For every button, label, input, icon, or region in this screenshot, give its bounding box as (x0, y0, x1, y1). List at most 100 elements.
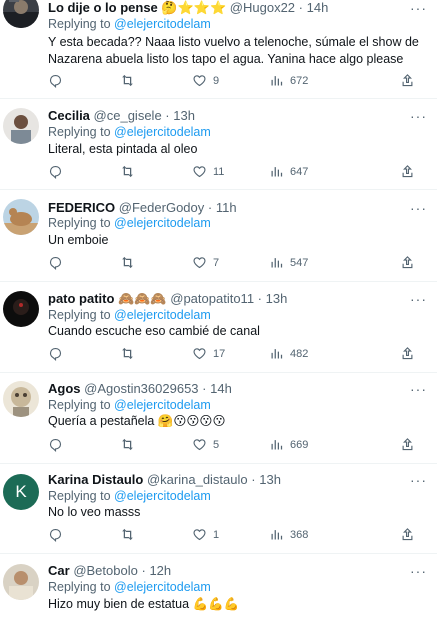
user-handle[interactable]: @FederGodoy (119, 200, 204, 215)
reply-button[interactable] (48, 346, 69, 361)
retweet-button[interactable] (120, 346, 141, 361)
avatar[interactable] (3, 108, 39, 144)
views-button[interactable]: 669 (269, 437, 308, 452)
like-button[interactable]: 5 (192, 437, 219, 452)
share-button[interactable] (400, 255, 415, 270)
avatar[interactable]: K (3, 474, 39, 510)
share-button[interactable] (400, 164, 415, 179)
display-name[interactable]: pato patito (48, 291, 114, 306)
share-button[interactable] (400, 527, 415, 542)
mention-link[interactable]: @elejercitodelam (114, 398, 211, 412)
views-button[interactable]: 547 (269, 255, 308, 270)
avatar-image (3, 199, 39, 235)
user-handle[interactable]: @Hugox22 (230, 0, 295, 15)
mention-link[interactable]: @elejercitodelam (114, 17, 211, 31)
retweet-icon (122, 74, 133, 87)
views-button[interactable]: 647 (269, 164, 308, 179)
like-button[interactable]: 17 (192, 346, 225, 361)
heart-icon (193, 257, 206, 269)
more-icon[interactable]: ··· (410, 200, 427, 216)
name-emoji: 🙈🙈🙈 (118, 291, 167, 306)
timestamp[interactable]: 14h (307, 0, 329, 15)
retweet-button[interactable] (120, 527, 141, 542)
user-handle[interactable]: @Betobolo (73, 563, 138, 578)
more-icon[interactable]: ··· (410, 381, 427, 397)
retweet-button[interactable] (120, 73, 141, 88)
mention-link[interactable]: @elejercitodelam (114, 489, 211, 503)
display-name[interactable]: Cecilia (48, 108, 90, 123)
timestamp[interactable]: 14h (210, 381, 232, 396)
display-name[interactable]: FEDERICO (48, 200, 115, 215)
mention-link[interactable]: @elejercitodelam (114, 308, 211, 322)
mention-link[interactable]: @elejercitodelam (114, 125, 211, 139)
replying-to-label: Replying to (48, 398, 111, 412)
user-handle[interactable]: @Agostin36029653 (84, 381, 198, 396)
share-icon (402, 74, 413, 87)
views-button[interactable]: 368 (269, 527, 308, 542)
retweet-button[interactable] (120, 164, 141, 179)
display-name[interactable]: Car (48, 563, 70, 578)
like-button[interactable]: 9 (192, 73, 219, 88)
like-button[interactable]: 11 (192, 164, 224, 179)
avatar-image (3, 564, 39, 600)
tweet[interactable]: Car @Betobolo · 12h ··· Replying to @ele… (0, 554, 437, 617)
display-name[interactable]: Lo dije o lo pense (48, 0, 158, 15)
share-button[interactable] (400, 346, 415, 361)
reply-button[interactable] (48, 73, 69, 88)
avatar[interactable] (3, 564, 39, 600)
views-button[interactable]: 482 (269, 346, 308, 361)
tweet-text: Literal, esta pintada al oleo (48, 142, 198, 156)
like-count: 17 (213, 347, 226, 360)
reply-button[interactable] (48, 164, 69, 179)
replying-to: Replying to @elejercitodelam (48, 397, 211, 413)
display-name[interactable]: Karina Distaulo (48, 472, 143, 487)
replying-to-label: Replying to (48, 580, 111, 594)
avatar[interactable] (3, 199, 39, 235)
avatar[interactable] (3, 291, 39, 327)
avatar-image (3, 108, 39, 144)
timestamp[interactable]: 13h (173, 108, 195, 123)
avatar[interactable] (3, 0, 39, 28)
mention-link[interactable]: @elejercitodelam (114, 580, 211, 594)
view-count: 669 (290, 438, 309, 451)
more-icon[interactable]: ··· (410, 0, 427, 16)
user-handle[interactable]: @karina_distaulo (147, 472, 248, 487)
timestamp[interactable]: 13h (266, 291, 288, 306)
more-icon[interactable]: ··· (410, 108, 427, 124)
view-count: 368 (290, 528, 309, 541)
more-icon[interactable]: ··· (410, 291, 427, 307)
like-button[interactable]: 1 (192, 527, 219, 542)
tweet[interactable]: FEDERICO @FederGodoy · 11h ··· Replying … (0, 190, 437, 282)
reply-icon (49, 256, 62, 270)
tweet[interactable]: K Karina Distaulo @karina_distaulo · 13h… (0, 464, 437, 554)
reply-icon (49, 438, 62, 452)
retweet-button[interactable] (120, 255, 141, 270)
more-icon[interactable]: ··· (410, 472, 427, 488)
timestamp[interactable]: 12h (149, 563, 171, 578)
user-handle[interactable]: @patopatito11 (170, 291, 254, 306)
reply-button[interactable] (48, 255, 69, 270)
views-button[interactable]: 672 (269, 73, 308, 88)
heart-icon (193, 75, 206, 87)
user-handle[interactable]: @ce_gisele (94, 108, 162, 123)
tweet[interactable]: Agos @Agostin36029653 · 14h ··· Replying… (0, 373, 437, 464)
share-button[interactable] (400, 437, 415, 452)
reply-button[interactable] (48, 437, 69, 452)
replying-to-label: Replying to (48, 308, 111, 322)
share-icon (402, 256, 413, 269)
tweet[interactable]: Lo dije o lo pense 🤔⭐⭐⭐ @Hugox22 · 14h ·… (0, 0, 437, 99)
reply-button[interactable] (48, 527, 69, 542)
more-icon[interactable]: ··· (410, 563, 427, 579)
tweet-text: Hizo muy bien de estatua 💪💪💪 (48, 597, 240, 611)
tweet[interactable]: Cecilia @ce_gisele · 13h ··· Replying to… (0, 99, 437, 190)
avatar[interactable] (3, 381, 39, 417)
timestamp[interactable]: 13h (259, 472, 281, 487)
share-button[interactable] (400, 73, 415, 88)
mention-link[interactable]: @elejercitodelam (114, 216, 211, 230)
timestamp[interactable]: 11h (216, 200, 237, 215)
share-icon (402, 347, 413, 360)
tweet[interactable]: pato patito 🙈🙈🙈 @patopatito11 · 13h ··· … (0, 282, 437, 373)
display-name[interactable]: Agos (48, 381, 81, 396)
like-button[interactable]: 7 (192, 255, 219, 270)
retweet-button[interactable] (120, 437, 141, 452)
